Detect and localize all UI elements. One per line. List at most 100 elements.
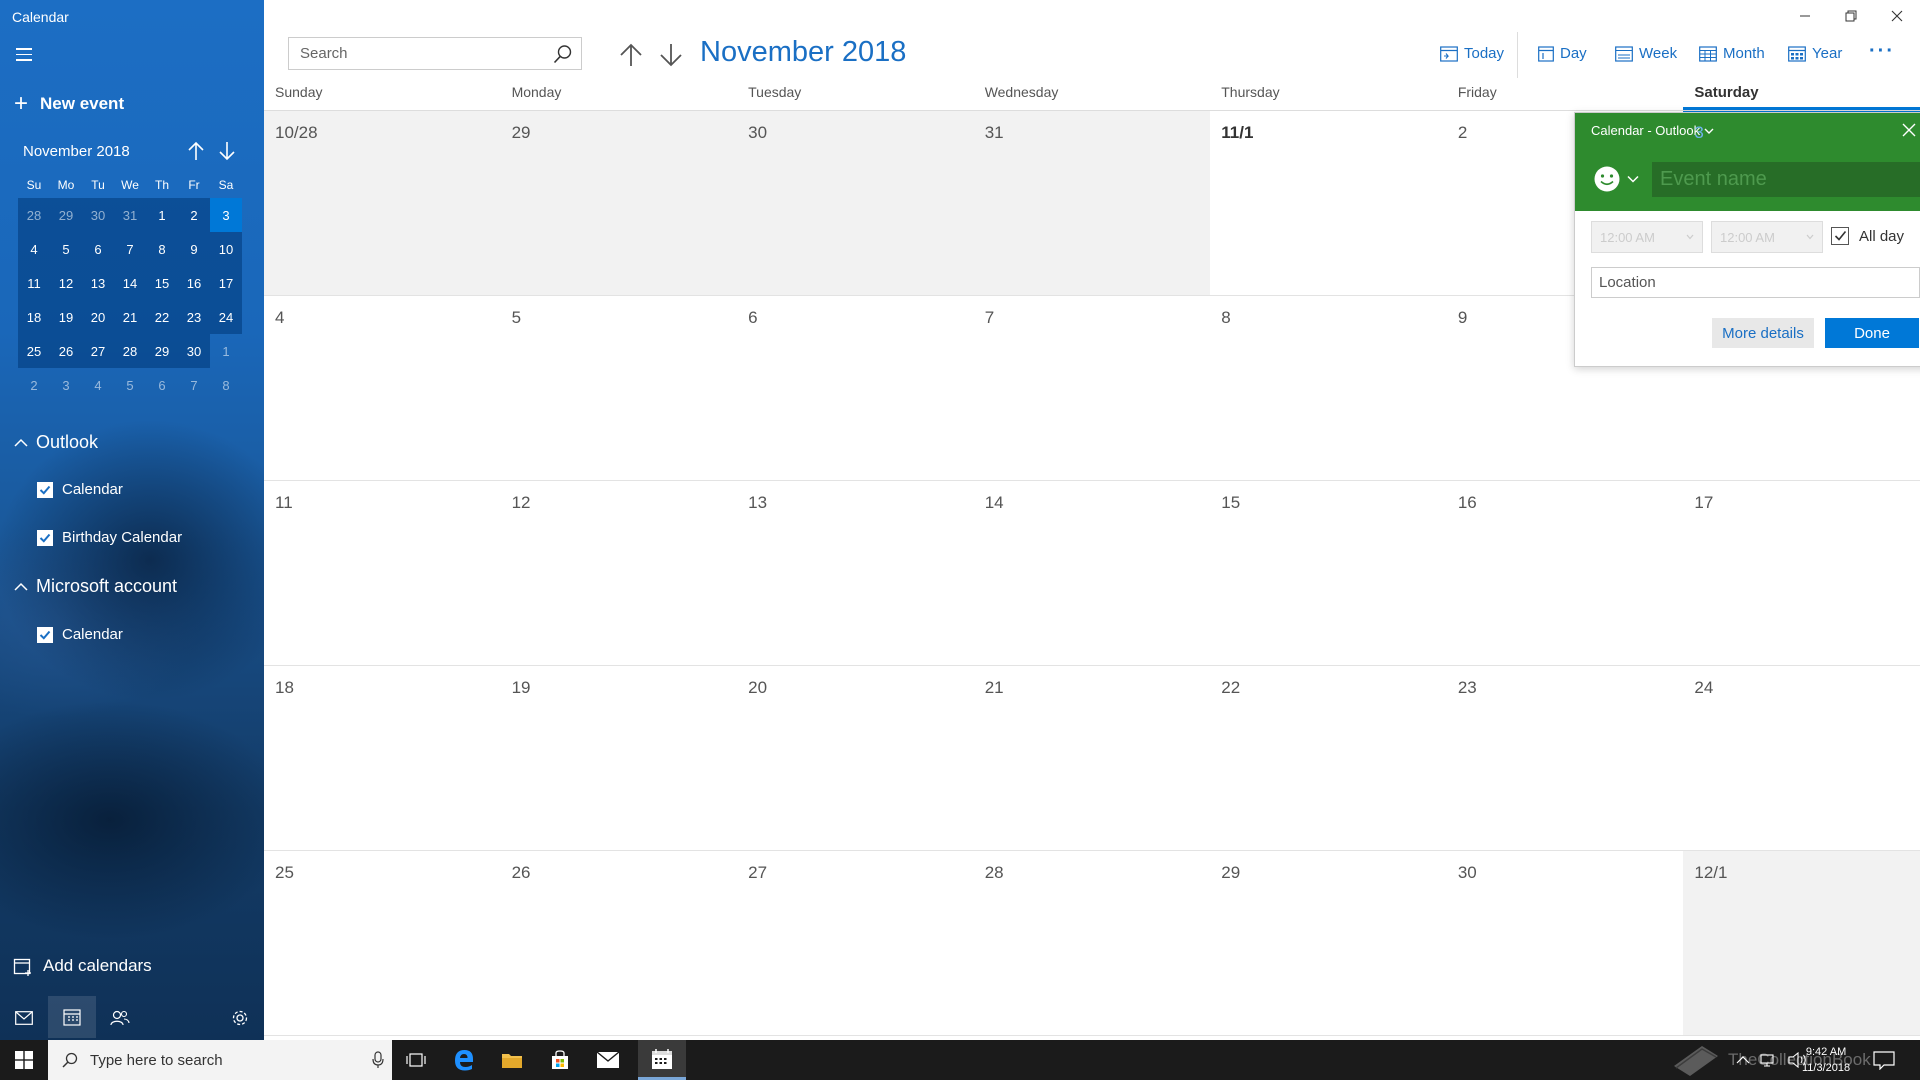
mini-calendar-day[interactable]: 28 — [114, 334, 146, 368]
mini-calendar-day[interactable]: 8 — [146, 232, 178, 266]
mini-calendar-day[interactable]: 11 — [18, 266, 50, 300]
search-icon[interactable] — [553, 44, 573, 64]
day-cell[interactable]: 22 — [1210, 666, 1447, 850]
day-cell[interactable]: 31 — [973, 111, 1211, 295]
taskbar-search-box[interactable] — [48, 1040, 392, 1080]
day-cell[interactable]: 11 — [264, 481, 501, 665]
mini-calendar-day[interactable]: 4 — [82, 368, 114, 402]
day-cell[interactable]: 23 — [1447, 666, 1684, 850]
edge-browser-icon[interactable] — [440, 1040, 488, 1080]
microphone-icon[interactable] — [372, 1051, 384, 1069]
restore-icon[interactable] — [1828, 0, 1874, 32]
today-button[interactable]: Today — [1440, 45, 1504, 62]
previous-month-icon[interactable] — [618, 41, 644, 69]
day-cell[interactable]: 30 — [1447, 851, 1684, 1035]
done-button[interactable]: Done — [1825, 318, 1919, 348]
mini-calendar-day[interactable]: 27 — [82, 334, 114, 368]
close-window-icon[interactable] — [1874, 0, 1920, 32]
mini-calendar-day[interactable]: 10 — [210, 232, 242, 266]
day-cell[interactable]: 24 — [1683, 666, 1920, 850]
more-options-icon[interactable]: ··· — [1869, 40, 1895, 63]
add-calendars-button[interactable]: Add calendars — [13, 956, 152, 976]
day-cell[interactable]: 4 — [264, 296, 501, 480]
mini-calendar-day[interactable]: 29 — [146, 334, 178, 368]
mini-calendar-day[interactable]: 19 — [50, 300, 82, 334]
store-icon[interactable] — [536, 1040, 584, 1080]
mini-calendar-day[interactable]: 4 — [18, 232, 50, 266]
mini-calendar-day[interactable]: 30 — [82, 198, 114, 232]
mini-calendar-day[interactable]: 7 — [114, 232, 146, 266]
mini-calendar-day[interactable]: 8 — [210, 368, 242, 402]
task-view-icon[interactable] — [392, 1040, 440, 1080]
mini-calendar-day[interactable]: 6 — [82, 232, 114, 266]
day-cell[interactable]: 27 — [737, 851, 974, 1035]
windows-start-icon[interactable] — [0, 1040, 48, 1080]
mini-prev-month-icon[interactable] — [186, 140, 206, 162]
system-clock[interactable]: 9:42 AM 11/3/2018 — [1802, 1044, 1850, 1076]
mini-calendar-day[interactable]: 28 — [18, 198, 50, 232]
mini-calendar-day[interactable]: 13 — [82, 266, 114, 300]
mini-calendar-day[interactable]: 16 — [178, 266, 210, 300]
group-microsoft-account[interactable]: Microsoft account — [14, 576, 177, 597]
mini-calendar-day[interactable]: 5 — [114, 368, 146, 402]
calendar-app-icon[interactable] — [48, 996, 96, 1038]
action-center-icon[interactable] — [1872, 1050, 1896, 1070]
mini-calendar-day[interactable]: 21 — [114, 300, 146, 334]
day-cell[interactable]: 25 — [264, 851, 501, 1035]
day-cell[interactable]: 7 — [974, 296, 1211, 480]
mini-calendar-day[interactable]: 18 — [18, 300, 50, 334]
day-cell[interactable]: 29 — [500, 111, 738, 295]
network-icon[interactable] — [1760, 1053, 1778, 1067]
day-cell[interactable]: 8 — [1210, 296, 1447, 480]
day-view-button[interactable]: Day — [1538, 45, 1587, 62]
mini-calendar-day[interactable]: 15 — [146, 266, 178, 300]
mini-calendar-day[interactable]: 17 — [210, 266, 242, 300]
taskbar-search-input[interactable] — [90, 1051, 360, 1069]
mini-calendar-day[interactable]: 30 — [178, 334, 210, 368]
minimize-icon[interactable] — [1782, 0, 1828, 32]
checkbox-checked-icon[interactable] — [1831, 227, 1849, 245]
all-day-checkbox[interactable]: All day — [1831, 227, 1904, 245]
mini-calendar-day[interactable]: 26 — [50, 334, 82, 368]
day-cell[interactable]: 5 — [501, 296, 738, 480]
settings-gear-icon[interactable] — [225, 1004, 255, 1032]
next-month-icon[interactable] — [658, 41, 684, 69]
group-outlook[interactable]: Outlook — [14, 432, 98, 453]
file-explorer-icon[interactable] — [488, 1040, 536, 1080]
mini-calendar-day[interactable]: 6 — [146, 368, 178, 402]
mini-calendar-day[interactable]: 24 — [210, 300, 242, 334]
day-cell[interactable]: 30 — [737, 111, 974, 295]
mini-calendar-day[interactable]: 20 — [82, 300, 114, 334]
day-cell[interactable]: 26 — [501, 851, 738, 1035]
checkbox-checked-icon[interactable] — [37, 529, 53, 546]
mini-calendar-day[interactable]: 23 — [178, 300, 210, 334]
mini-calendar-day[interactable]: 3 — [50, 368, 82, 402]
mini-calendar-day[interactable]: 31 — [114, 198, 146, 232]
day-cell[interactable]: 16 — [1447, 481, 1684, 665]
day-cell[interactable]: 18 — [264, 666, 501, 850]
mini-calendar-day[interactable]: 25 — [18, 334, 50, 368]
day-cell[interactable]: 13 — [737, 481, 974, 665]
show-hidden-icons-icon[interactable] — [1736, 1055, 1750, 1065]
search-input[interactable] — [300, 45, 540, 62]
close-icon[interactable] — [1901, 122, 1917, 138]
mini-calendar-day[interactable]: 7 — [178, 368, 210, 402]
day-cell[interactable]: 10/28 — [264, 111, 501, 295]
mini-calendar-day[interactable]: 1 — [210, 334, 242, 368]
day-cell[interactable]: 21 — [974, 666, 1211, 850]
month-view-button[interactable]: Month — [1699, 45, 1765, 62]
day-cell[interactable]: 29 — [1210, 851, 1447, 1035]
mini-calendar-day[interactable]: 2 — [18, 368, 50, 402]
day-cell[interactable]: 19 — [501, 666, 738, 850]
mini-calendar-month[interactable]: November 2018 — [23, 143, 130, 160]
calendar-toggle-outlook-calendar[interactable]: Calendar — [37, 481, 123, 498]
mini-calendar-day[interactable]: 9 — [178, 232, 210, 266]
calendar-toggle-birthday-calendar[interactable]: Birthday Calendar — [37, 529, 182, 546]
location-input[interactable] — [1591, 267, 1920, 298]
start-time-select[interactable]: 12:00 AM — [1591, 221, 1703, 253]
mini-calendar-day[interactable]: 14 — [114, 266, 146, 300]
more-details-button[interactable]: More details — [1712, 318, 1814, 348]
day-cell[interactable]: 17 — [1683, 481, 1920, 665]
mini-calendar-day[interactable]: 3 — [210, 198, 242, 232]
mini-calendar-day[interactable]: 2 — [178, 198, 210, 232]
